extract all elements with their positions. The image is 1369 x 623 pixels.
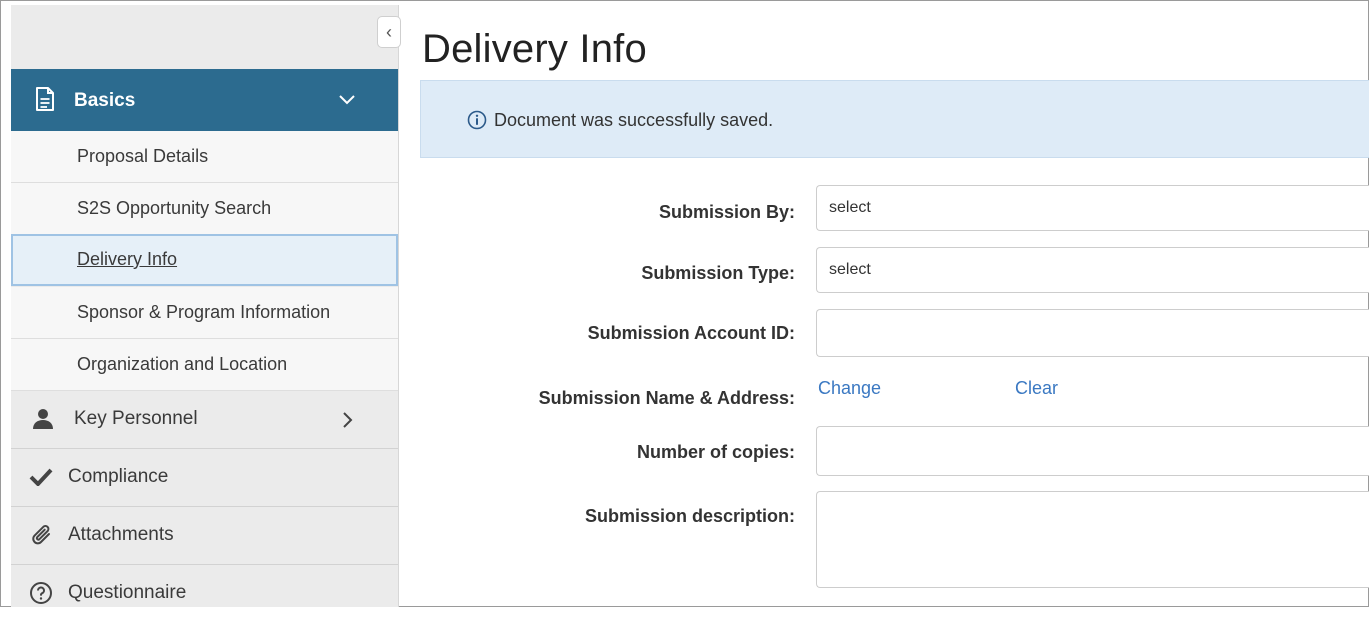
person-icon bbox=[31, 408, 55, 435]
sidebar: ‹ Basics Proposal Details S2S Opportunit… bbox=[11, 5, 401, 607]
sidebar-item-sponsor-program-information[interactable]: Sponsor & Program Information bbox=[11, 287, 398, 339]
sidebar-item-label: Organization and Location bbox=[77, 354, 288, 374]
submission-by-label: Submission By: bbox=[658, 202, 795, 222]
sidebar-item-label: Sponsor & Program Information bbox=[77, 302, 331, 322]
sidebar-item-s2s-opportunity-search[interactable]: S2S Opportunity Search bbox=[11, 183, 398, 235]
sidebar-section-basics[interactable]: Basics bbox=[11, 69, 398, 131]
sidebar-item-label: S2S Opportunity Search bbox=[77, 198, 272, 218]
sidebar-item-label: Key Personnel bbox=[74, 408, 198, 429]
number-of-copies-label: Number of copies: bbox=[636, 442, 795, 462]
submission-type-select[interactable]: select bbox=[816, 247, 1369, 293]
sidebar-item-delivery-info[interactable]: Delivery Info bbox=[11, 234, 398, 286]
sidebar-item-organization-location[interactable]: Organization and Location bbox=[11, 339, 398, 391]
sidebar-item-label: Proposal Details bbox=[77, 146, 209, 166]
clear-link[interactable]: Clear bbox=[1015, 378, 1058, 399]
chevron-down-icon bbox=[338, 92, 356, 110]
submission-account-id-input[interactable] bbox=[816, 309, 1369, 357]
sidebar-item-proposal-details[interactable]: Proposal Details bbox=[11, 131, 398, 183]
sidebar-item-label: Compliance bbox=[68, 466, 169, 487]
checkmark-icon bbox=[29, 468, 53, 491]
alert-message: Document was successfully saved. bbox=[494, 110, 774, 130]
submission-description-textarea[interactable] bbox=[816, 491, 1369, 588]
paperclip-icon bbox=[30, 523, 54, 552]
sidebar-item-attachments[interactable]: Attachments bbox=[11, 507, 398, 565]
sidebar-item-label: Questionnaire bbox=[68, 582, 187, 603]
sidebar-item-label: Attachments bbox=[68, 524, 174, 545]
document-icon bbox=[35, 87, 55, 116]
chevron-left-icon: ‹ bbox=[386, 22, 392, 42]
submission-account-id-label: Submission Account ID: bbox=[587, 323, 795, 343]
sidebar-section-label: Basics bbox=[74, 90, 136, 111]
submission-by-value: select bbox=[829, 199, 871, 216]
change-link[interactable]: Change bbox=[818, 378, 881, 399]
sidebar-item-compliance[interactable]: Compliance bbox=[11, 449, 398, 507]
info-icon bbox=[467, 110, 487, 135]
submission-type-value: select bbox=[829, 261, 871, 278]
chevron-right-icon bbox=[341, 411, 353, 434]
sidebar-item-label: Delivery Info bbox=[77, 249, 178, 269]
submission-type-label: Submission Type: bbox=[641, 263, 795, 283]
submission-name-address-label: Submission Name & Address: bbox=[538, 388, 795, 408]
sidebar-item-key-personnel[interactable]: Key Personnel bbox=[11, 391, 398, 449]
question-circle-icon bbox=[29, 581, 53, 610]
submission-description-label: Submission description: bbox=[584, 506, 795, 526]
sidebar-item-questionnaire[interactable]: Questionnaire bbox=[11, 565, 398, 623]
success-alert: Document was successfully saved. bbox=[420, 80, 1369, 158]
main-content: Delivery Info Document was successfully … bbox=[398, 5, 1369, 607]
submission-by-select[interactable]: select bbox=[816, 185, 1369, 231]
page-title: Delivery Info bbox=[422, 27, 647, 71]
number-of-copies-input[interactable] bbox=[816, 426, 1369, 476]
